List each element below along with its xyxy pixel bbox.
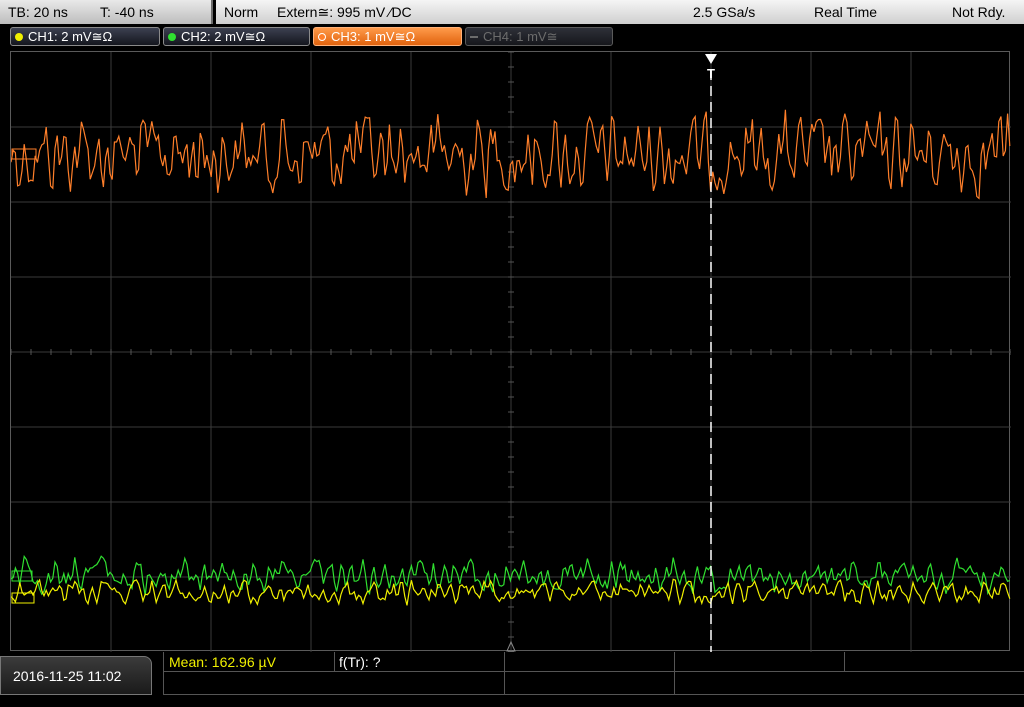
meas-cell-4[interactable]: [675, 652, 845, 672]
ch3-indicator-icon: [318, 33, 326, 41]
timebase-scale: TB: 20 ns: [8, 4, 68, 20]
meas-cell-8[interactable]: [675, 672, 1024, 695]
tab-ch2-label: CH2: 2 mV≅Ω: [181, 29, 266, 44]
tab-ch1-label: CH1: 2 mV≅Ω: [28, 29, 113, 44]
meas-cell-5[interactable]: [845, 652, 1024, 672]
ch2-indicator-icon: [168, 33, 176, 41]
trigger-label: T: [707, 66, 715, 81]
meas-cell-3[interactable]: [505, 652, 675, 672]
trigger-status-panel[interactable]: Norm Extern≅: 995 mV ⁄DC 2.5 GSa/s Real …: [216, 0, 1024, 24]
ch3-trace: [11, 109, 1011, 200]
waveform-display[interactable]: T: [10, 51, 1011, 652]
trigger-offset: T: -40 ns: [100, 4, 154, 20]
ch4-indicator-icon: [470, 36, 478, 38]
timebase-panel[interactable]: TB: 20 ns T: -40 ns: [0, 0, 213, 24]
acquisition-mode: Real Time: [814, 4, 878, 20]
acquisition-state: Not Rdy.: [952, 4, 1006, 20]
trigger-mode: Norm: [224, 4, 259, 20]
mean-measurement: Mean: 162.96 µV: [169, 654, 276, 670]
datetime-text: 2016-11-25 11:02: [13, 668, 122, 684]
trigger-arrow-icon[interactable]: T: [705, 54, 717, 81]
tab-ch3-label: CH3: 1 mV≅Ω: [331, 29, 416, 44]
tab-ch3[interactable]: CH3: 1 mV≅Ω: [313, 27, 462, 46]
top-status-bar: TB: 20 ns T: -40 ns Norm Extern≅: 995 mV…: [0, 0, 1024, 24]
meas-cell-7[interactable]: [505, 672, 675, 695]
waveform-canvas: T: [11, 52, 1011, 652]
tab-ch4[interactable]: CH4: 1 mV≅: [465, 27, 613, 46]
sample-rate: 2.5 GSa/s: [693, 4, 756, 20]
tab-ch2[interactable]: CH2: 2 mV≅Ω: [163, 27, 310, 46]
trigger-source: Extern≅: 995 mV ⁄DC: [277, 4, 412, 20]
ch1-indicator-icon: [15, 33, 23, 41]
datetime-display: 2016-11-25 11:02: [0, 656, 152, 695]
meas-cell-6[interactable]: [163, 672, 505, 695]
tab-ch4-label: CH4: 1 mV≅: [483, 29, 558, 44]
frequency-measurement: f(Tr): ?: [339, 654, 381, 670]
tab-ch1[interactable]: CH1: 2 mV≅Ω: [10, 27, 160, 46]
measurement-panel[interactable]: Mean: 162.96 µV f(Tr): ?: [163, 652, 1024, 695]
channel-tab-row: CH1: 2 mV≅Ω CH2: 2 mV≅Ω CH3: 1 mV≅Ω CH4:…: [0, 24, 1024, 49]
